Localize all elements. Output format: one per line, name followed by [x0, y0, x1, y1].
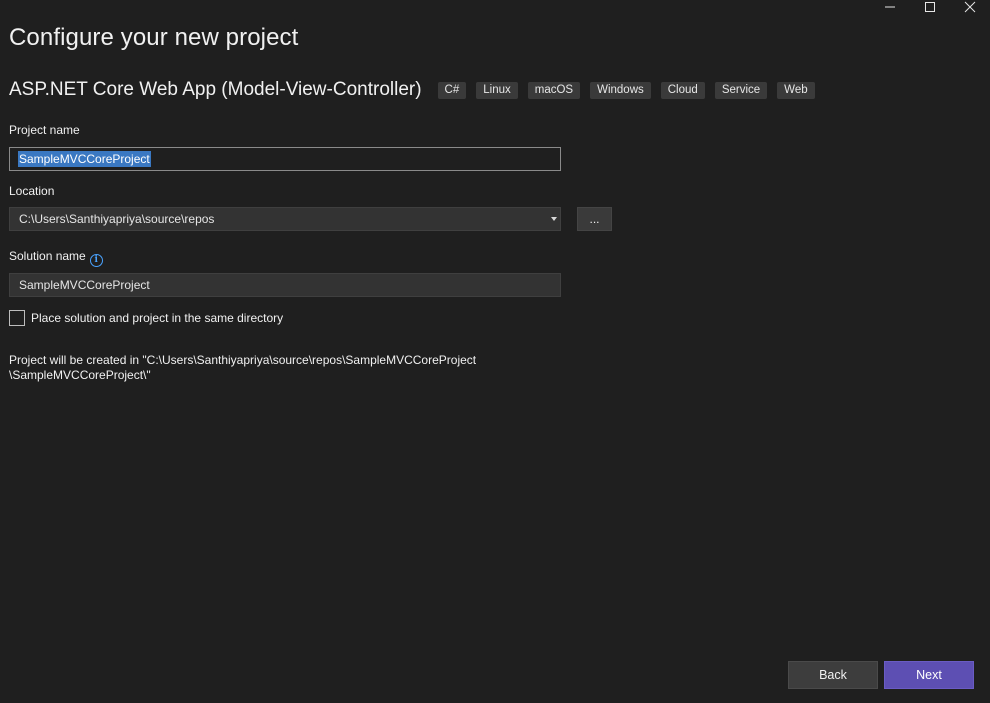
- location-combobox[interactable]: C:\Users\Santhiyapriya\source\repos: [9, 207, 561, 231]
- chevron-down-icon[interactable]: [551, 217, 557, 221]
- solution-name-label: Solution name: [9, 249, 86, 263]
- info-icon[interactable]: i: [89, 254, 103, 267]
- project-name-value: SampleMVCCoreProject: [18, 151, 151, 167]
- location-label: Location: [9, 184, 55, 198]
- next-button[interactable]: Next: [884, 661, 974, 689]
- template-name: ASP.NET Core Web App (Model-View-Control…: [9, 79, 422, 100]
- summary-line-1: Project will be created in "C:\Users\San…: [9, 353, 477, 367]
- same-directory-option[interactable]: Place solution and project in the same d…: [9, 310, 283, 326]
- back-button[interactable]: Back: [788, 661, 878, 689]
- same-directory-checkbox[interactable]: [9, 310, 25, 326]
- tag-macos: macOS: [527, 81, 581, 99]
- solution-name-value: SampleMVCCoreProject: [19, 278, 150, 292]
- close-button[interactable]: [950, 0, 990, 14]
- maximize-button[interactable]: [910, 0, 950, 14]
- minimize-icon: [885, 6, 895, 8]
- project-name-label: Project name: [9, 123, 80, 137]
- maximize-icon: [925, 2, 935, 12]
- tag-csharp: C#: [437, 81, 467, 99]
- tag-web: Web: [777, 81, 815, 99]
- tag-linux: Linux: [476, 81, 518, 99]
- project-location-summary: Project will be created in "C:\Users\San…: [9, 353, 569, 383]
- tag-cloud: Cloud: [660, 81, 705, 99]
- window-controls: [870, 0, 990, 14]
- page-title: Configure your new project: [9, 24, 299, 51]
- close-icon: [964, 1, 976, 13]
- same-directory-label: Place solution and project in the same d…: [31, 311, 284, 325]
- template-header: ASP.NET Core Web App (Model-View-Control…: [9, 79, 815, 101]
- template-tags: C# Linux macOS Windows Cloud Service Web: [437, 81, 815, 99]
- solution-name-input[interactable]: SampleMVCCoreProject: [9, 273, 561, 297]
- location-value: C:\Users\Santhiyapriya\source\repos: [19, 212, 215, 226]
- configure-project-window: Configure your new project ASP.NET Core …: [0, 0, 990, 703]
- minimize-button[interactable]: [870, 0, 910, 14]
- solution-name-label-row: Solution name i: [9, 249, 103, 267]
- browse-location-button[interactable]: ...: [577, 207, 612, 231]
- tag-windows: Windows: [590, 81, 651, 99]
- summary-line-2: \SampleMVCCoreProject\": [9, 368, 151, 382]
- project-name-input[interactable]: SampleMVCCoreProject: [9, 147, 561, 171]
- tag-service: Service: [714, 81, 768, 99]
